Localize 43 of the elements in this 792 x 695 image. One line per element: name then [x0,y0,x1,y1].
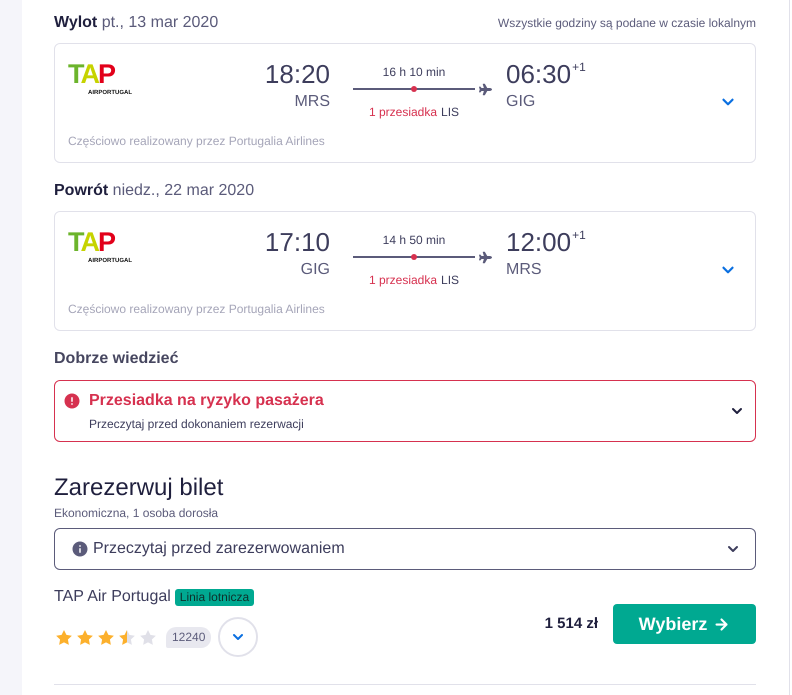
star-icon [98,630,114,644]
leg-heading: Powrót niedz., 22 mar 2020 [54,181,254,201]
stopover-airport: LIS [441,104,460,120]
stops-count: 1 przesiadka [368,104,438,120]
info-icon [71,540,89,558]
flight-duration: 16 h 10 min [382,64,446,80]
stopover-airport: LIS [441,272,460,288]
warning-icon [63,392,81,410]
operator-note: Częściowo realizowany przez Portugalia Airlines [68,133,326,149]
arrival-airport: MRS [506,260,542,280]
star-icon [56,630,72,644]
logo-wordmark: TAP [68,61,114,87]
departure-time: 18:20 [264,59,330,89]
flight-duration: 14 h 50 min [382,232,446,248]
leg-heading: Wylot pt., 13 mar 2020 [54,13,218,33]
booking-subtitle: Ekonomiczna, 1 osoba dorosła [54,505,220,521]
booking-title: Zarezerwuj bilet [54,473,224,503]
carrier-type-tag: Linia lotnicza [174,588,254,606]
departure-airport: GIG [300,260,330,280]
alert-banner[interactable]: Przesiadka na ryzyko pasażera Przeczytaj przed dokonaniem rezerwacji [54,380,756,442]
price: 1 514 zł [544,614,598,634]
logo-wordmark: TAP [68,229,114,255]
alert-title: Przesiadka na ryzyko pasażera [89,391,325,411]
plane-icon [479,250,492,264]
operator-note: Częściowo realizowany przez Portugalia Airlines [68,301,326,317]
star-icon [119,630,135,644]
alert-text: Przeczytaj przed dokonaniem rezerwacji [89,416,305,432]
arrival-airport: GIG [506,92,536,112]
airline-name: TAP Air Portugal [54,587,171,607]
star-icon [140,630,156,644]
review-count: 12240 [166,626,212,648]
arrival-time: 12:00 [506,227,572,257]
info-dropdown[interactable]: Przeczytaj przed zarezerwowaniem [54,528,756,570]
plane-icon [479,82,492,96]
departure-time: 17:10 [264,227,330,257]
stops-count: 1 przesiadka [368,272,438,288]
departure-airport: MRS [294,92,330,112]
day-offset: +1 [572,228,586,242]
star-icon [77,630,93,644]
day-offset: +1 [572,60,586,74]
timezone-note: Wszystkie godziny są podane w czasie lokalnym [498,15,756,31]
section-title: Dobrze wiedzieć [54,349,180,369]
arrival-time: 06:30 [506,59,572,89]
